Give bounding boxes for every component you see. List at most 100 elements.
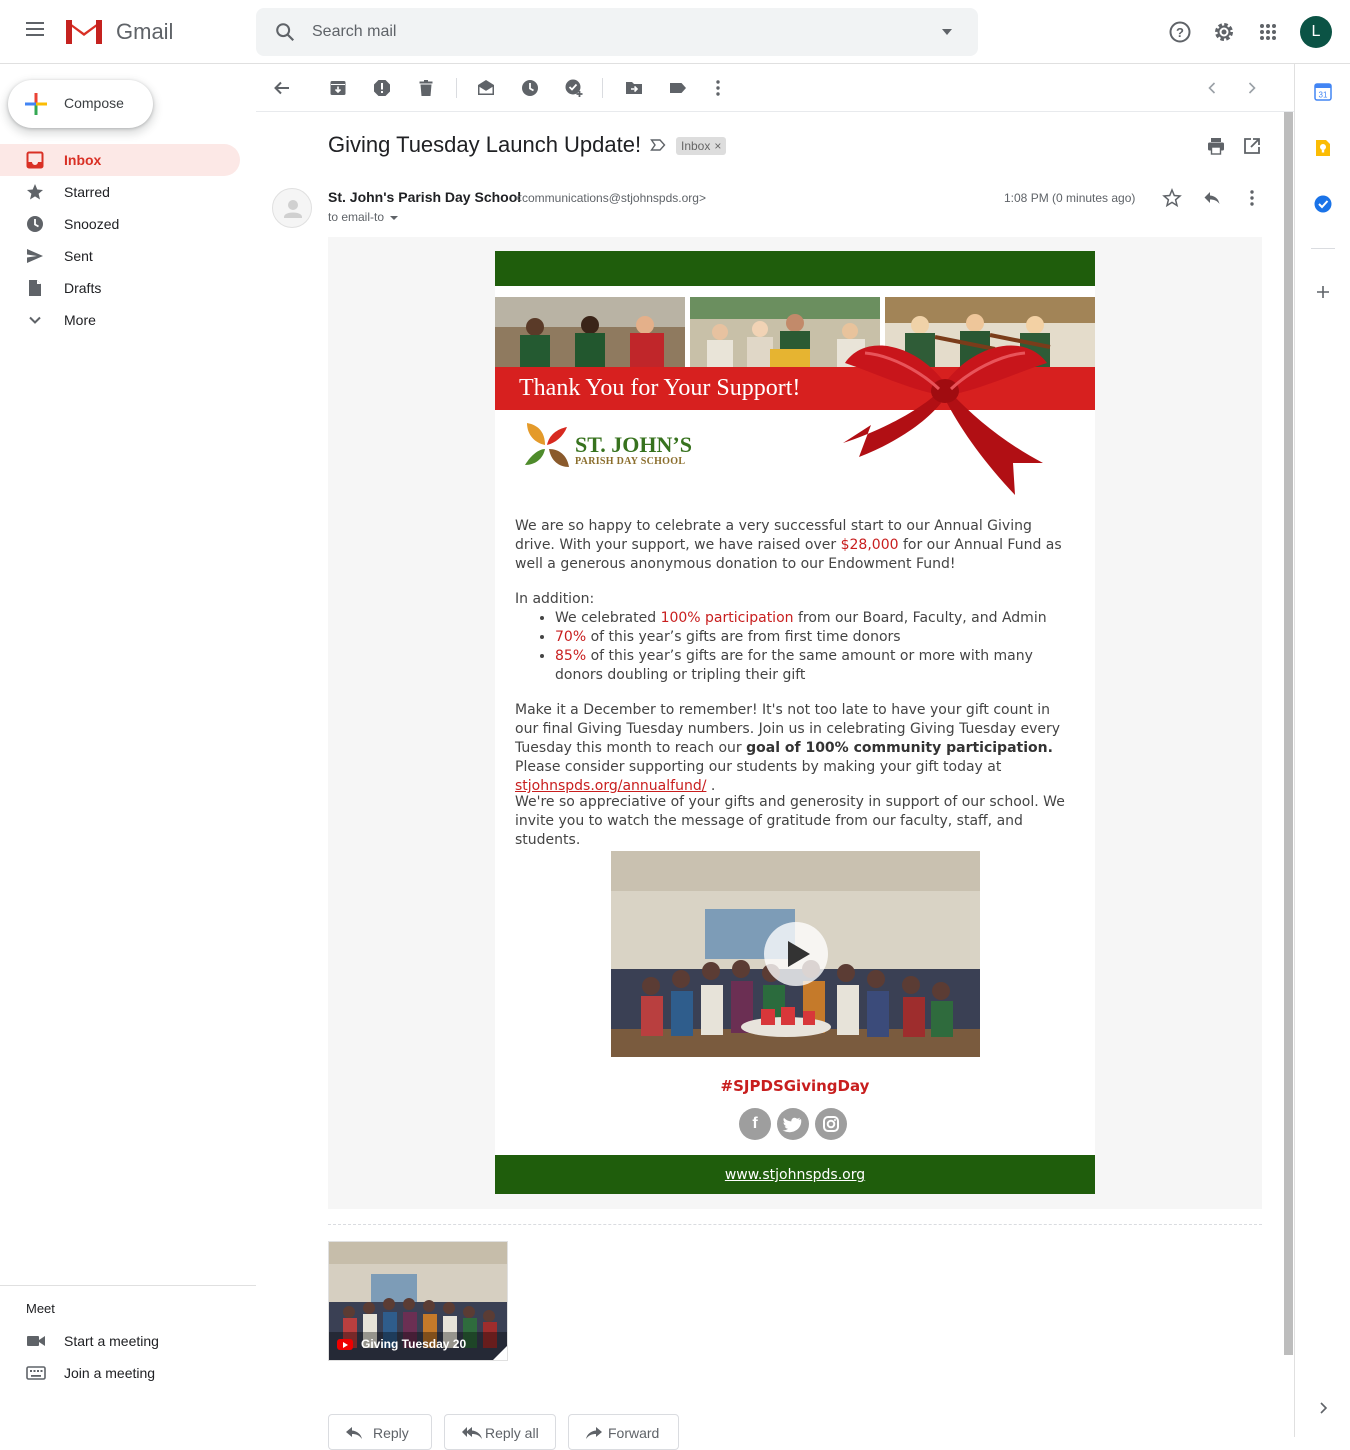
reply-all-button[interactable]: Reply all bbox=[444, 1414, 556, 1450]
sidebar-item-label: More bbox=[64, 312, 96, 328]
red-bow-image bbox=[843, 345, 1047, 495]
goal-text: goal of 100% community participation. bbox=[746, 740, 1053, 756]
reply-all-arrow-icon bbox=[462, 1427, 482, 1439]
keep-icon[interactable] bbox=[1313, 138, 1333, 158]
header-green-bar bbox=[495, 251, 1095, 286]
clock-icon bbox=[27, 216, 43, 232]
scrollbar[interactable] bbox=[1283, 112, 1294, 1355]
mark-unread-icon[interactable] bbox=[476, 78, 496, 98]
attachment-title: Giving Tuesday 20 bbox=[361, 1337, 467, 1351]
chevron-down-icon bbox=[29, 316, 41, 324]
sender-name[interactable]: St. John's Parish Day School bbox=[328, 189, 521, 205]
sidebar-item-label: Snoozed bbox=[64, 216, 120, 232]
message-toolbar bbox=[256, 64, 1294, 112]
sidebar-item-drafts[interactable]: Drafts bbox=[0, 272, 240, 304]
back-arrow-icon[interactable] bbox=[272, 78, 292, 98]
add-addon-plus-icon[interactable] bbox=[1313, 282, 1333, 302]
banner-title: Thank You for Your Support! bbox=[519, 375, 801, 401]
facebook-icon[interactable]: f bbox=[739, 1108, 771, 1140]
sender-avatar[interactable] bbox=[272, 188, 312, 228]
inbox-label-chip[interactable]: Inbox × bbox=[676, 137, 727, 155]
print-icon[interactable] bbox=[1206, 136, 1226, 156]
divider bbox=[1311, 248, 1335, 249]
newer-chevron-left-icon[interactable] bbox=[1202, 78, 1222, 98]
sidebar-item-starred[interactable]: Starred bbox=[0, 176, 240, 208]
settings-gear-icon[interactable] bbox=[1210, 18, 1238, 46]
compose-plus-icon bbox=[25, 93, 47, 115]
snooze-clock-icon[interactable] bbox=[520, 78, 540, 98]
reply-all-label: Reply all bbox=[485, 1425, 539, 1441]
apps-grid-icon[interactable] bbox=[1254, 18, 1282, 46]
video-attachment-card[interactable]: Giving Tuesday 20 bbox=[328, 1241, 508, 1361]
compose-button[interactable]: Compose bbox=[8, 80, 153, 128]
recipient-text: to email-to bbox=[328, 210, 385, 224]
tasks-icon[interactable] bbox=[1313, 194, 1333, 214]
instagram-icon[interactable] bbox=[815, 1108, 847, 1140]
forward-label: Forward bbox=[608, 1425, 660, 1441]
school-leaf-logo bbox=[525, 423, 569, 467]
search-options-icon[interactable] bbox=[942, 29, 952, 35]
delete-trash-icon[interactable] bbox=[416, 78, 436, 98]
gmail-logo[interactable] bbox=[64, 16, 104, 46]
search-input[interactable] bbox=[312, 20, 912, 44]
attachments-divider bbox=[328, 1224, 1262, 1225]
join-meeting-label: Join a meeting bbox=[64, 1365, 156, 1381]
expand-panel-chevron-icon[interactable] bbox=[1313, 1398, 1333, 1418]
sidebar-item-snoozed[interactable]: Snoozed bbox=[0, 208, 240, 240]
forward-arrow-icon bbox=[586, 1427, 602, 1439]
sidebar-item-inbox[interactable]: Inbox bbox=[0, 144, 240, 176]
reply-label: Reply bbox=[373, 1425, 409, 1441]
send-icon bbox=[27, 249, 43, 263]
newsletter-card: Thank You for Your Support! ST. JOHN’S P… bbox=[495, 251, 1095, 1194]
message-timestamp: 1:08 PM (0 minutes ago) bbox=[1004, 191, 1136, 205]
email-body-frame: Thank You for Your Support! ST. JOHN’S P… bbox=[328, 237, 1262, 1209]
reply-button[interactable]: Reply bbox=[328, 1414, 432, 1450]
video-camera-icon bbox=[27, 1336, 45, 1346]
twitter-bird-icon[interactable] bbox=[777, 1108, 809, 1140]
compose-label: Compose bbox=[64, 95, 124, 111]
start-meeting-item[interactable]: Start a meeting bbox=[0, 1325, 240, 1357]
list-item: 85% of this year’s gifts are for the sam… bbox=[555, 647, 1075, 685]
join-meeting-item[interactable]: Join a meeting bbox=[0, 1357, 240, 1389]
label-tag-icon[interactable] bbox=[668, 78, 688, 98]
calendar-icon[interactable]: 31 bbox=[1313, 82, 1333, 102]
reply-arrow-icon[interactable] bbox=[1202, 188, 1222, 208]
scrollbar-thumb[interactable] bbox=[1284, 112, 1293, 1355]
keyboard-icon bbox=[26, 1366, 46, 1380]
archive-icon[interactable] bbox=[328, 78, 348, 98]
inbox-icon bbox=[26, 151, 44, 169]
sidebar-item-more[interactable]: More bbox=[0, 304, 240, 336]
report-spam-icon[interactable] bbox=[372, 78, 392, 98]
important-marker-icon[interactable] bbox=[650, 138, 666, 152]
move-to-icon[interactable] bbox=[624, 78, 644, 98]
website-link[interactable]: www.stjohnspds.org bbox=[495, 1167, 1095, 1183]
show-details-caret-icon[interactable] bbox=[390, 215, 399, 220]
instagram-glyph bbox=[823, 1116, 839, 1132]
forward-button[interactable]: Forward bbox=[568, 1414, 679, 1450]
recipient-line[interactable]: to email-to bbox=[328, 210, 399, 224]
star-outline-icon[interactable] bbox=[1162, 188, 1182, 208]
add-to-tasks-icon[interactable] bbox=[564, 78, 584, 98]
help-icon[interactable]: ? bbox=[1166, 18, 1194, 46]
open-new-window-icon[interactable] bbox=[1242, 136, 1262, 156]
older-chevron-right-icon[interactable] bbox=[1242, 78, 1262, 98]
school-subtitle: PARISH DAY SCHOOL bbox=[575, 456, 686, 467]
top-bar: Gmail ? L bbox=[0, 0, 1350, 64]
remove-label-icon[interactable]: × bbox=[714, 139, 721, 153]
divider bbox=[602, 78, 603, 98]
sidebar-item-label: Drafts bbox=[64, 280, 102, 296]
school-name: ST. JOHN’S bbox=[575, 432, 692, 457]
video-thumbnail[interactable] bbox=[611, 851, 980, 1057]
sidebar-item-sent[interactable]: Sent bbox=[0, 240, 240, 272]
more-options-icon[interactable] bbox=[708, 78, 728, 98]
message-more-icon[interactable] bbox=[1242, 188, 1262, 208]
youtube-icon bbox=[337, 1339, 353, 1350]
search-icon[interactable] bbox=[274, 21, 296, 43]
sidebar-item-label: Inbox bbox=[64, 152, 102, 168]
search-bar[interactable] bbox=[256, 8, 978, 56]
annual-fund-link[interactable]: stjohnspds.org/annualfund/ bbox=[515, 778, 706, 794]
list-item: We celebrated 100% participation from ou… bbox=[555, 609, 1075, 628]
main-menu-icon[interactable] bbox=[24, 22, 46, 42]
account-avatar[interactable]: L bbox=[1300, 16, 1332, 48]
first-time-donor-stat: 70% bbox=[555, 629, 587, 645]
